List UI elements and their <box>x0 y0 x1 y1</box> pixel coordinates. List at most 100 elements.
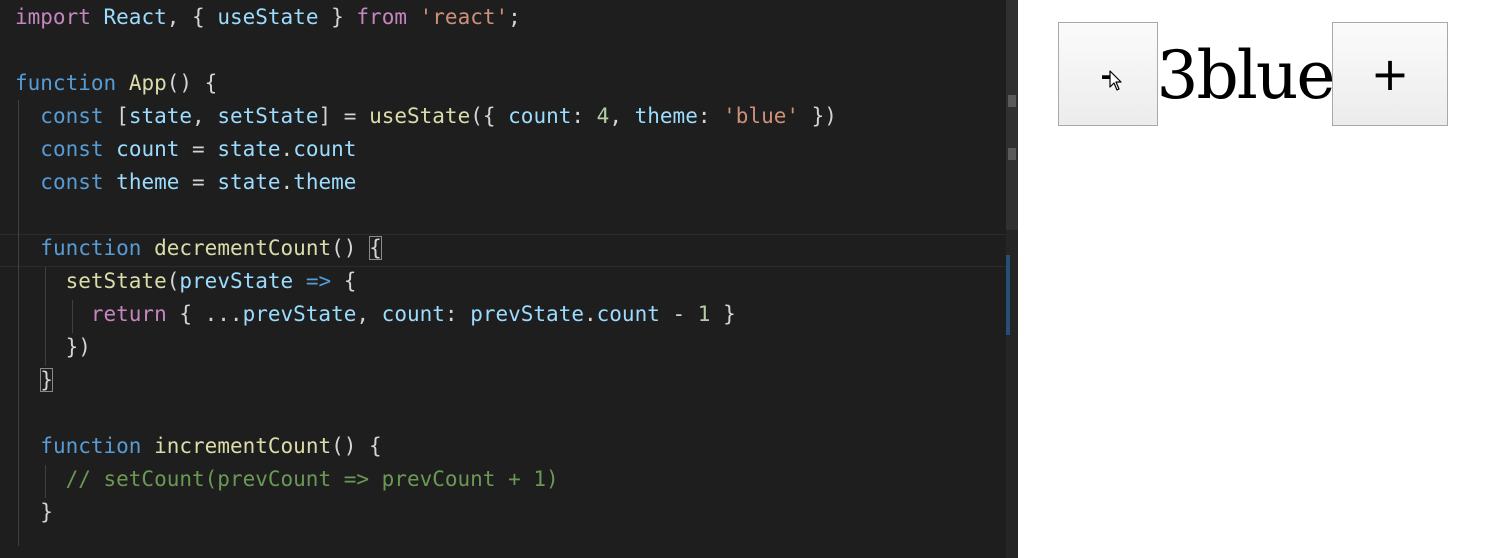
code-token: = <box>179 137 218 161</box>
code-token: () <box>331 236 370 260</box>
code-token: const <box>40 170 104 194</box>
code-line: return { ...prevState, count: prevState.… <box>15 298 736 331</box>
code-token: incrementCount <box>154 434 332 458</box>
code-token: }) <box>799 104 837 128</box>
code-token: const <box>40 137 104 161</box>
code-token: ] = <box>318 104 370 128</box>
code-token: count <box>596 302 660 326</box>
code-line: const count = state.count <box>15 133 356 166</box>
code-token: () { <box>331 434 382 458</box>
code-token: useState <box>217 5 319 29</box>
code-token: setState <box>217 104 319 128</box>
code-token: = <box>179 170 218 194</box>
code-token: , <box>609 104 635 128</box>
code-token: decrementCount <box>154 236 332 260</box>
code-token: }) <box>15 335 91 359</box>
indent-guide <box>72 300 73 333</box>
code-token: () { <box>166 71 218 95</box>
code-line: setState(prevState => { <box>15 265 357 298</box>
code-line: } <box>15 364 53 397</box>
code-token: } <box>710 302 736 326</box>
code-token: theme <box>116 170 180 194</box>
code-token: . <box>280 170 294 194</box>
code-token: => <box>305 269 332 293</box>
code-token: 4 <box>596 104 610 128</box>
code-token: state <box>217 170 281 194</box>
code-token: , <box>192 104 218 128</box>
mouse-pointer-icon <box>1109 70 1122 91</box>
decrement-button[interactable]: - <box>1058 22 1158 126</box>
code-token: - <box>659 302 698 326</box>
code-token: const <box>40 104 104 128</box>
code-token: { ... <box>166 302 243 326</box>
count-value: 3 <box>1156 36 1199 114</box>
code-token: theme <box>634 104 698 128</box>
code-token: return <box>90 302 167 326</box>
overview-mark <box>1008 148 1016 160</box>
code-line: function incrementCount() { <box>15 430 382 463</box>
code-line: const [state, setState] = useState({ cou… <box>15 100 837 133</box>
code-token: } <box>40 368 53 392</box>
indent-guide <box>18 100 19 546</box>
code-token: function <box>15 71 117 95</box>
code-token: setState <box>65 269 167 293</box>
code-token: . <box>583 302 597 326</box>
scrollbar-thumb[interactable] <box>1006 255 1010 335</box>
code-token: 'blue' <box>723 104 799 128</box>
code-token: prevState <box>242 302 357 326</box>
code-token: [ <box>103 104 129 128</box>
code-token: 1 <box>697 302 711 326</box>
theme-value: blue <box>1196 36 1336 114</box>
code-line: const theme = state.theme <box>15 166 356 199</box>
code-token: function <box>40 236 142 260</box>
code-token: , { <box>166 5 218 29</box>
code-line: }) <box>15 331 91 364</box>
code-editor[interactable]: import React, { useState } from 'react';… <box>0 0 1018 558</box>
code-token: : <box>444 302 471 326</box>
code-token: 'react' <box>419 5 509 29</box>
code-token: import <box>15 5 91 29</box>
code-token: : <box>571 104 597 128</box>
code-line: function App() { <box>15 67 217 100</box>
code-token: count <box>293 137 357 161</box>
code-token: theme <box>293 170 357 194</box>
code-line: } <box>15 496 53 529</box>
code-token: prevState <box>179 269 294 293</box>
code-token: , <box>356 302 382 326</box>
counter-display: 3 blue <box>1156 28 1336 122</box>
code-token: count <box>116 137 180 161</box>
code-token: React <box>103 5 167 29</box>
overview-mark <box>1008 95 1016 107</box>
code-token: count <box>381 302 445 326</box>
indent-guide <box>45 267 46 366</box>
indent-guide <box>45 465 46 498</box>
code-token: ({ <box>470 104 509 128</box>
code-line: import React, { useState } from 'react'; <box>15 1 521 34</box>
code-token: from <box>356 5 407 29</box>
code-token: prevState <box>470 302 584 326</box>
code-token: } <box>318 5 357 29</box>
overview-ruler <box>1006 0 1018 230</box>
code-token: . <box>280 137 294 161</box>
code-token: ( <box>166 269 180 293</box>
increment-button[interactable]: + <box>1332 22 1448 126</box>
code-token: ; <box>508 5 521 29</box>
code-token: // setCount(prevCount => prevCount + 1) <box>65 467 559 491</box>
code-line: // setCount(prevCount => prevCount + 1) <box>15 463 559 496</box>
code-token: state <box>217 137 281 161</box>
code-token: count <box>508 104 572 128</box>
app-preview: - 3 blue + <box>1018 0 1485 558</box>
code-token: useState <box>369 104 471 128</box>
code-token: } <box>15 500 53 524</box>
code-token: App <box>128 71 167 95</box>
